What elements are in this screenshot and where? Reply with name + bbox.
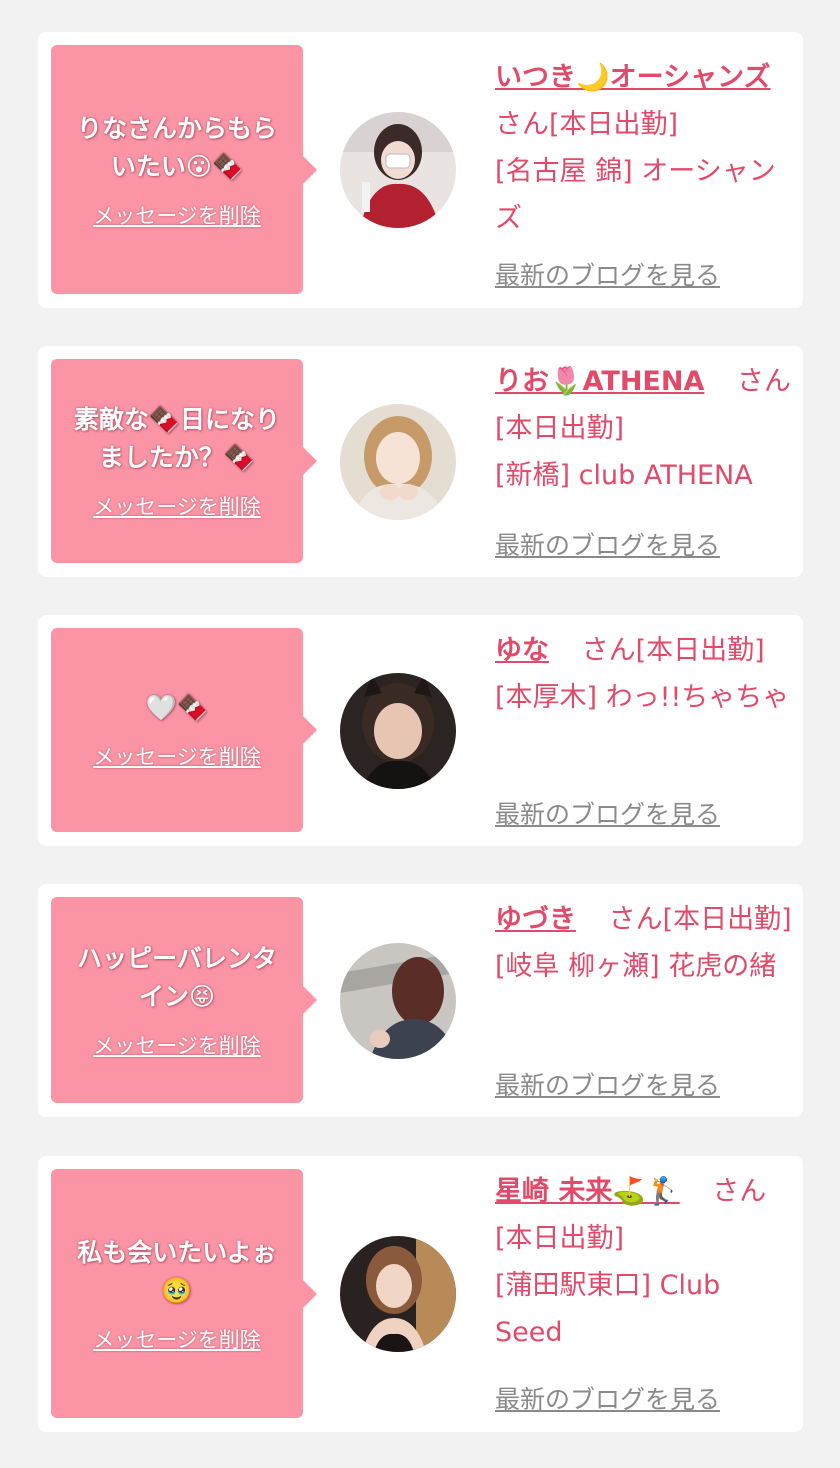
cast-name-link[interactable]: いつき🌙オーシャンズ: [495, 62, 771, 93]
cast-status: さん[本日出勤]: [581, 635, 765, 666]
message-list: りなさんからもらいたい😮🍫 メッセージを削除 いつき🌙オーシャンズ さん[本日出…: [0, 0, 840, 1468]
message-bubble: 🤍🍫 メッセージを削除: [51, 628, 317, 832]
avatar[interactable]: [340, 112, 456, 228]
cast-info: りお🌷ATHENA さん[本日出勤] [新橋] club ATHENA: [495, 358, 795, 499]
message-card: 私も会いたいよぉ🥹 メッセージを削除 星崎 未来⛳🏌 さん[本日出勤] [蒲田駅…: [38, 1156, 803, 1432]
shop-name: [蒲田駅東口] Club Seed: [495, 1270, 721, 1348]
latest-blog-link[interactable]: 最新のブログを見る: [495, 1066, 720, 1102]
message-text: 私も会いたいよぉ🥹: [77, 1237, 277, 1305]
shop-name: [名古屋 錦] オーシャンズ: [495, 156, 776, 234]
cast-name-link[interactable]: ゆな: [495, 635, 549, 666]
cast-name-link[interactable]: りお🌷ATHENA: [495, 366, 704, 397]
avatar[interactable]: [340, 673, 456, 789]
avatar[interactable]: [340, 404, 456, 520]
cast-info: いつき🌙オーシャンズ さん[本日出勤] [名古屋 錦] オーシャンズ: [495, 54, 795, 242]
cast-status: さん[本日出勤]: [495, 109, 679, 140]
latest-blog-link[interactable]: 最新のブログを見る: [495, 526, 720, 562]
cast-info: ゆづき さん[本日出勤] [岐阜 柳ヶ瀬] 花虎の緒: [495, 896, 795, 990]
message-card: ハッピーバレンタイン😝 メッセージを削除 ゆづき さん[本日出勤] [岐阜 柳ヶ…: [38, 884, 803, 1117]
message-bubble: ハッピーバレンタイン😝 メッセージを削除: [51, 897, 317, 1103]
latest-blog-link[interactable]: 最新のブログを見る: [495, 1380, 720, 1416]
message-bubble: りなさんからもらいたい😮🍫 メッセージを削除: [51, 45, 317, 294]
latest-blog-link[interactable]: 最新のブログを見る: [495, 256, 720, 292]
cast-info: 星崎 未来⛳🏌 さん[本日出勤] [蒲田駅東口] Club Seed: [495, 1168, 795, 1356]
shop-name: [岐阜 柳ヶ瀬] 花虎の緒: [495, 951, 777, 982]
shop-name: [新橋] club ATHENA: [495, 460, 753, 491]
delete-message-link[interactable]: メッセージを削除: [93, 1324, 261, 1354]
message-bubble: 素敵な🍫日になりましたか？🍫 メッセージを削除: [51, 359, 317, 563]
avatar[interactable]: [340, 943, 456, 1059]
cast-name-link[interactable]: 星崎 未来⛳🏌: [495, 1176, 680, 1207]
cast-name-link[interactable]: ゆづき: [495, 904, 576, 935]
delete-message-link[interactable]: メッセージを削除: [93, 1030, 261, 1060]
delete-message-link[interactable]: メッセージを削除: [93, 741, 261, 771]
delete-message-link[interactable]: メッセージを削除: [93, 491, 261, 521]
message-card: りなさんからもらいたい😮🍫 メッセージを削除 いつき🌙オーシャンズ さん[本日出…: [38, 32, 803, 308]
cast-status: さん[本日出勤]: [608, 904, 792, 935]
message-text: りなさんからもらいたい😮🍫: [76, 113, 277, 181]
avatar[interactable]: [340, 1236, 456, 1352]
message-bubble: 私も会いたいよぉ🥹 メッセージを削除: [51, 1169, 317, 1418]
delete-message-link[interactable]: メッセージを削除: [93, 200, 261, 230]
latest-blog-link[interactable]: 最新のブログを見る: [495, 795, 720, 831]
cast-info: ゆな さん[本日出勤] [本厚木] わっ!!ちゃちゃ: [495, 627, 795, 721]
shop-name: [本厚木] わっ!!ちゃちゃ: [495, 682, 790, 713]
message-text: 🤍🍫: [145, 693, 209, 722]
message-text: ハッピーバレンタイン😝: [77, 944, 277, 1011]
message-text: 素敵な🍫日になりましたか？🍫: [73, 405, 281, 472]
message-card: 🤍🍫 メッセージを削除 ゆな さん[本日出勤] [本厚木] わっ!!ちゃちゃ 最…: [38, 615, 803, 846]
message-card: 素敵な🍫日になりましたか？🍫 メッセージを削除 りお🌷ATHENA さん[本日出…: [38, 346, 803, 577]
